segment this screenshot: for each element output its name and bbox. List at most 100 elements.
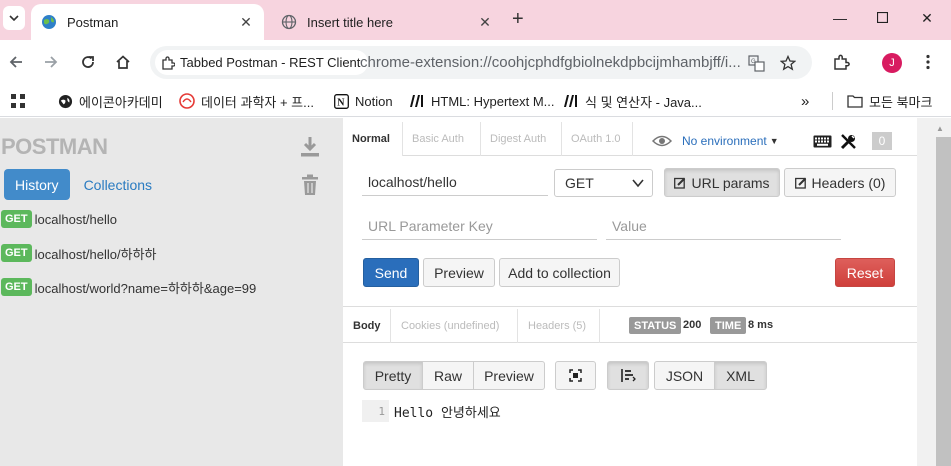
svg-text:N: N	[337, 97, 345, 108]
add-to-collection-button[interactable]: Add to collection	[499, 258, 620, 287]
postman-logo: POSTMAN	[1, 134, 108, 159]
pretty-button[interactable]: Pretty	[363, 361, 423, 390]
bookmark-item[interactable]: 에이콘아카데미	[57, 91, 163, 111]
apps-grid-icon[interactable]	[10, 91, 26, 111]
eye-icon	[652, 135, 672, 147]
bookmark-item[interactable]: N Notion	[333, 91, 393, 111]
tab-cookies[interactable]: Cookies (undefined)	[391, 309, 518, 343]
globe-favicon-icon	[42, 15, 56, 29]
fullscreen-button[interactable]	[555, 361, 596, 390]
xml-button[interactable]: XML	[714, 361, 767, 390]
reload-icon[interactable]	[78, 52, 98, 72]
url-param-key-input[interactable]: URL Parameter Key	[362, 212, 597, 240]
download-icon[interactable]	[299, 136, 321, 158]
url-param-value-input[interactable]: Value	[606, 212, 841, 240]
method-badge: GET	[1, 210, 32, 228]
headers-button[interactable]: Headers (0)	[784, 168, 896, 197]
tab-history[interactable]: History	[4, 169, 70, 200]
caret-down-icon: ▼	[769, 136, 779, 146]
bookmark-item[interactable]: 식 및 연산자 - Java...	[563, 91, 702, 111]
svg-text:G: G	[751, 59, 756, 65]
time-value: 8 ms	[748, 319, 774, 331]
minimize-icon[interactable]: —	[830, 10, 850, 26]
raw-button[interactable]: Raw	[422, 361, 474, 390]
status-value: 200	[683, 319, 702, 331]
all-bookmarks[interactable]: 모든 북마크	[832, 92, 932, 110]
browser-toolbar: Tabbed Postman - REST Client chrome-exte…	[0, 40, 951, 85]
environment-count-badge: 0	[872, 132, 892, 150]
history-url: localhost/hello/하하하	[34, 246, 157, 262]
json-button[interactable]: JSON	[654, 361, 715, 390]
globe-icon	[57, 93, 73, 109]
more-menu-icon[interactable]	[918, 52, 938, 72]
method-select[interactable]: GET	[554, 169, 653, 197]
url-text[interactable]: chrome-extension://coohjcphdfgbiolnekdpb…	[360, 54, 740, 71]
bookmark-star-icon[interactable]	[779, 54, 797, 72]
history-url: localhost/hello	[34, 211, 118, 227]
scroll-up-arrow-icon[interactable]: ▲	[936, 124, 944, 133]
tab-digest-auth[interactable]: Digest Auth	[481, 122, 562, 156]
home-icon[interactable]	[113, 52, 133, 72]
edit-icon	[674, 177, 686, 189]
environment-label: No environment	[682, 134, 767, 148]
bookmark-item[interactable]: 데이터 과학자 + 프...	[179, 91, 314, 111]
history-item[interactable]: GET localhost/world?name=하하하&age=99	[0, 276, 256, 298]
sidebar-tabs: History Collections	[4, 169, 163, 200]
globe-icon	[281, 14, 297, 30]
tab-close-icon[interactable]: ✕	[236, 14, 256, 31]
tab-postman[interactable]: Postman ✕	[31, 4, 264, 40]
response-code-line: 1 Hello 안녕하세요	[362, 400, 501, 422]
window-close-icon[interactable]: ✕	[917, 10, 937, 27]
maximize-icon[interactable]	[872, 10, 892, 26]
send-button[interactable]: Send	[363, 258, 419, 287]
new-tab-plus-icon[interactable]: +	[512, 8, 524, 30]
line-number: 1	[362, 400, 389, 422]
url-params-button[interactable]: URL params	[664, 168, 780, 197]
extensions-puzzle-icon[interactable]	[831, 52, 851, 72]
panel-divider	[343, 306, 917, 307]
back-arrow-icon[interactable]	[6, 52, 26, 72]
data-scientist-icon	[179, 93, 195, 109]
profile-avatar[interactable]: J	[882, 53, 902, 73]
history-item[interactable]: GET localhost/hello	[0, 208, 117, 230]
wrench-icon[interactable]	[838, 132, 858, 150]
reset-button[interactable]: Reset	[835, 258, 895, 287]
trash-icon[interactable]	[299, 174, 321, 196]
request-panel: Normal Basic Auth Digest Auth OAuth 1.0 …	[343, 118, 917, 466]
method-badge: GET	[1, 278, 32, 296]
more-bookmarks-chevron-icon[interactable]: »	[801, 91, 809, 111]
scrollbar-thumb[interactable]	[936, 137, 951, 466]
tab-normal[interactable]: Normal	[343, 122, 403, 156]
tab-body[interactable]: Body	[343, 309, 391, 343]
mdn-icon	[563, 93, 579, 109]
mdn-icon	[409, 93, 425, 109]
time-label: TIME	[710, 317, 747, 334]
tab-basic-auth[interactable]: Basic Auth	[403, 122, 481, 156]
tab-response-headers[interactable]: Headers (5)	[518, 309, 600, 343]
preview-button[interactable]: Preview	[423, 258, 495, 287]
site-info-chip[interactable]: Tabbed Postman - REST Client	[155, 50, 369, 75]
status-label: STATUS	[629, 317, 682, 334]
environment-selector[interactable]: No environment ▼	[652, 134, 779, 148]
bookmark-item[interactable]: HTML: Hypertext M...	[409, 91, 555, 111]
bookmarks-bar: 에이콘아카데미 데이터 과학자 + 프... N Notion HTML: Hy…	[0, 85, 951, 117]
address-bar[interactable]: Tabbed Postman - REST Client chrome-exte…	[150, 46, 812, 79]
tab-close-icon[interactable]: ✕	[475, 14, 495, 31]
wrap-lines-button[interactable]	[607, 361, 649, 390]
keyboard-icon[interactable]	[812, 132, 832, 150]
tab-oauth[interactable]: OAuth 1.0	[562, 122, 633, 156]
tab-search-chevron-icon[interactable]	[3, 6, 25, 30]
history-item[interactable]: GET localhost/hello/하하하	[0, 242, 157, 264]
align-left-icon	[621, 369, 636, 382]
tab-insert-title[interactable]: Insert title here ✕	[271, 4, 503, 40]
auth-tabs: Normal Basic Auth Digest Auth OAuth 1.0 …	[343, 122, 917, 156]
expand-icon	[569, 369, 582, 382]
request-url-input[interactable]	[362, 168, 548, 196]
tab-title: Postman	[67, 14, 119, 30]
preview-mode-button[interactable]: Preview	[473, 361, 545, 390]
folder-icon	[847, 93, 863, 109]
tab-collections[interactable]: Collections	[73, 169, 163, 200]
translate-icon[interactable]: G	[747, 54, 765, 72]
response-body-text: Hello 안녕하세요	[394, 405, 501, 421]
forward-arrow-icon[interactable]	[41, 52, 61, 72]
